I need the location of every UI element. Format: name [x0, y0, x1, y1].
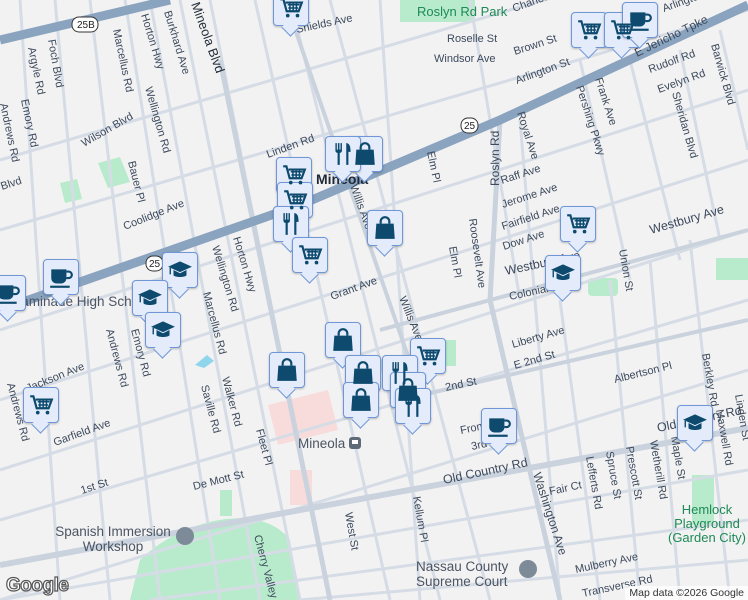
coffee-cup-icon	[486, 413, 512, 439]
svg-text:Charles: Charles	[511, 0, 551, 15]
svg-text:Mineola: Mineola	[298, 436, 346, 451]
cart-icon	[282, 187, 308, 213]
fork-knife-icon	[278, 211, 304, 237]
cart-icon	[281, 162, 307, 188]
cart-icon	[415, 343, 441, 369]
svg-text:Grant Ave: Grant Ave	[329, 275, 379, 303]
svg-text:1st St: 1st St	[79, 477, 109, 497]
coffee-cup-icon	[627, 7, 653, 33]
fork-knife-icon	[330, 141, 356, 167]
graduation-cap-icon	[167, 257, 193, 283]
map-marker-school[interactable]	[677, 405, 713, 441]
svg-text:25: 25	[149, 259, 161, 270]
svg-text:25: 25	[464, 121, 476, 132]
school-poi-icon[interactable]	[176, 527, 194, 545]
map-marker-store[interactable]	[269, 352, 305, 388]
map-marker-school[interactable]	[145, 312, 181, 348]
cart-icon	[278, 0, 304, 21]
map-canvas[interactable]: 25B 25 25 Foch Blvd Argyle Rd Emory Rd A…	[0, 0, 748, 600]
graduation-cap-icon	[137, 285, 163, 311]
svg-text:Marcellus Rd: Marcellus Rd	[200, 291, 228, 356]
map-marker-school[interactable]	[545, 255, 581, 291]
map-attribution[interactable]: Map data ©2026 Google	[625, 586, 748, 600]
svg-text:Horton Hwy: Horton Hwy	[138, 12, 166, 71]
svg-text:Emory Rd: Emory Rd	[18, 98, 40, 148]
svg-text:Blvd: Blvd	[0, 175, 23, 193]
svg-text:Saville Rd: Saville Rd	[198, 384, 222, 435]
svg-text:Elm Pl: Elm Pl	[446, 245, 463, 278]
map-marker-restaurant[interactable]	[395, 388, 431, 424]
map-marker-store[interactable]	[343, 382, 379, 418]
map-marker-store[interactable]	[325, 322, 361, 358]
poi-nassau-county-supreme-court[interactable]: Nassau County Supreme Court	[416, 559, 516, 589]
svg-text:Andrews Rd: Andrews Rd	[0, 102, 21, 163]
coffee-cup-icon	[48, 264, 74, 290]
cart-icon	[297, 242, 323, 268]
shopping-bag-icon	[350, 360, 376, 386]
map-marker-store[interactable]	[367, 210, 403, 246]
svg-text:Albertson Pl: Albertson Pl	[613, 360, 673, 386]
svg-text:2nd St: 2nd St	[444, 376, 478, 394]
map-marker-grocery[interactable]	[571, 12, 607, 48]
svg-text:Arlington: Arlington	[661, 0, 706, 15]
svg-text:Fair Ct: Fair Ct	[548, 479, 583, 498]
svg-text:West St: West St	[342, 511, 360, 551]
map-marker-cafe[interactable]	[0, 275, 26, 311]
map-marker-restaurant[interactable]	[273, 206, 309, 242]
map-marker-grocery[interactable]	[292, 237, 328, 273]
svg-text:Argyle Rd: Argyle Rd	[25, 46, 47, 96]
map-marker-grocery[interactable]	[410, 338, 446, 374]
cart-icon	[576, 17, 602, 43]
graduation-cap-icon	[550, 260, 576, 286]
map-marker-restaurant[interactable]	[325, 136, 361, 172]
station-mineola[interactable]: Mineola	[298, 436, 361, 451]
svg-text:Royal Ave: Royal Ave	[514, 110, 541, 161]
svg-text:Fleet Pl: Fleet Pl	[253, 428, 274, 467]
map-marker-cafe[interactable]	[481, 408, 517, 444]
cart-icon	[28, 392, 54, 418]
svg-text:Elm Pl: Elm Pl	[424, 150, 442, 184]
map-marker-grocery[interactable]	[560, 206, 596, 242]
svg-text:Roselle St: Roselle St	[447, 33, 497, 45]
shopping-bag-icon	[330, 327, 356, 353]
park-label-roslyn-rd-park[interactable]: Roslyn Rd Park	[417, 4, 508, 19]
cart-icon	[565, 211, 591, 237]
svg-text:Roosevelt Ave: Roosevelt Ave	[466, 218, 488, 289]
park-label-hemlock-playground[interactable]: Hemlock Playground (Garden City)	[664, 503, 748, 545]
svg-text:Coolidge Ave: Coolidge Ave	[122, 197, 186, 232]
map-marker-store[interactable]	[345, 355, 381, 391]
water	[195, 355, 214, 368]
map-marker-grocery[interactable]	[273, 0, 309, 26]
graduation-cap-icon	[150, 317, 176, 343]
map-marker-cafe[interactable]	[622, 2, 658, 38]
svg-text:Roslyn Rd Park: Roslyn Rd Park	[417, 4, 508, 19]
map-marker-school[interactable]	[162, 252, 198, 288]
shopping-bag-icon	[372, 215, 398, 241]
svg-text:Windsor Ave: Windsor Ave	[434, 53, 496, 65]
shopping-bag-icon	[348, 387, 374, 413]
svg-text:Westbury Ave: Westbury Ave	[648, 202, 726, 237]
courthouse-poi-icon[interactable]	[519, 560, 537, 578]
fork-knife-icon	[400, 393, 426, 419]
google-logo: Google	[5, 574, 69, 596]
svg-text:Kellum Pl: Kellum Pl	[410, 495, 430, 543]
svg-text:Spruce St: Spruce St	[603, 450, 623, 500]
map-marker-grocery[interactable]	[23, 387, 59, 423]
map-marker-cafe[interactable]	[43, 259, 79, 295]
shopping-bag-icon	[274, 357, 300, 383]
poi-spanish-immersion-workshop[interactable]: Spanish Immersion Workshop	[50, 524, 176, 554]
graduation-cap-icon	[682, 410, 708, 436]
svg-text:Brown St: Brown St	[512, 33, 558, 58]
coffee-cup-icon	[0, 280, 21, 306]
svg-text:25B: 25B	[77, 20, 95, 31]
svg-text:Arlington St: Arlington St	[514, 56, 572, 87]
map-marker-school[interactable]	[132, 280, 168, 316]
